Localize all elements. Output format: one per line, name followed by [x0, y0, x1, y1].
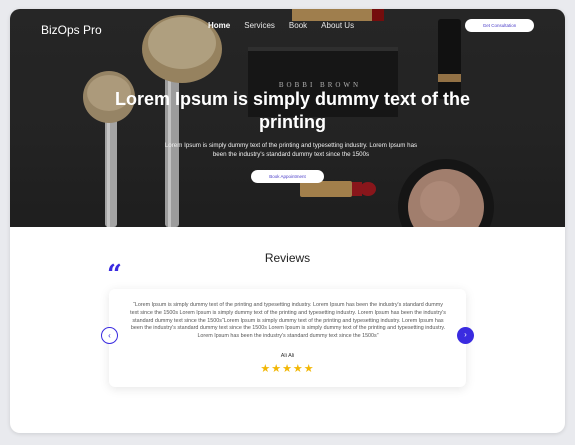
review-text: “Lorem Ipsum is simply dummy text of the…: [130, 302, 446, 340]
logo[interactable]: BizOps Pro: [41, 23, 102, 37]
next-review-button[interactable]: ›: [457, 327, 474, 344]
nav-home[interactable]: Home: [208, 21, 230, 30]
book-appointment-button[interactable]: Book Appointment: [251, 170, 324, 183]
reviewer-name: Ali Ali: [280, 353, 295, 359]
hero-section: BOBBI BROWN BizOps Pro Home Services Boo…: [10, 9, 565, 227]
hero-description: Lorem Ipsum is simply dummy text of the …: [164, 142, 418, 158]
get-consultation-button[interactable]: Get Consultation: [465, 19, 534, 32]
chevron-right-icon: ›: [464, 330, 467, 339]
chevron-left-icon: ‹: [108, 331, 111, 340]
nav-about-us[interactable]: About Us: [321, 21, 354, 30]
reviews-heading: Reviews: [264, 251, 311, 265]
nav-services[interactable]: Services: [244, 21, 275, 30]
prev-review-button[interactable]: ‹: [101, 327, 118, 344]
rating-stars: ★★★★★: [260, 363, 315, 375]
review-card: “Lorem Ipsum is simply dummy text of the…: [109, 289, 466, 387]
hero-title: Lorem Ipsum is simply dummy text of the …: [114, 89, 471, 132]
quote-icon: “: [107, 260, 122, 290]
nav-book[interactable]: Book: [289, 21, 307, 30]
page-frame: BOBBI BROWN BizOps Pro Home Services Boo…: [10, 9, 565, 433]
main-nav: Home Services Book About Us: [208, 21, 368, 30]
